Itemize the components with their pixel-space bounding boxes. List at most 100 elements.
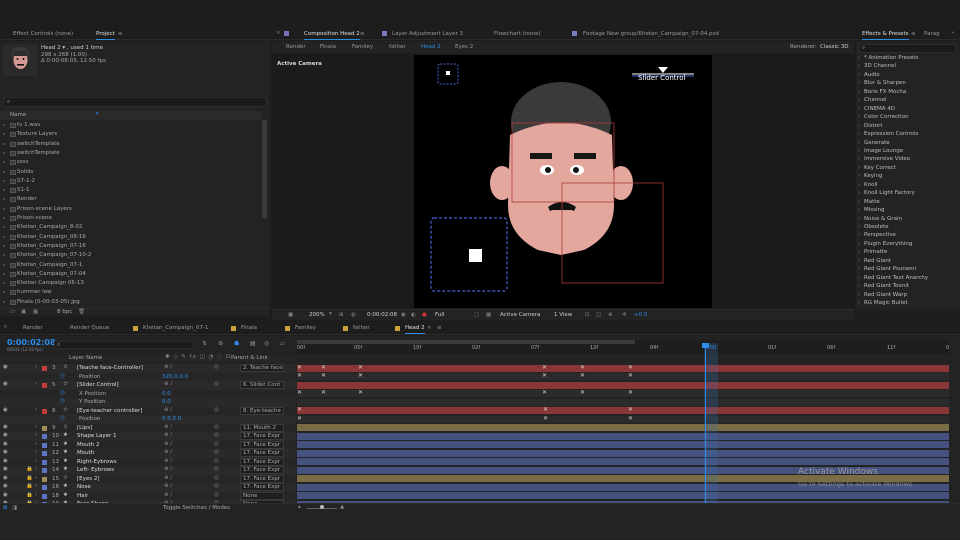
chevron-down-icon[interactable]: ▾	[329, 311, 332, 317]
expand-triangle-icon[interactable]: ›	[858, 224, 860, 230]
expand-triangle-icon[interactable]: ›	[858, 300, 860, 306]
label-color[interactable]	[42, 383, 47, 388]
toggle-switches-modes[interactable]: Toggle Switches / Modes	[163, 505, 230, 511]
property-row[interactable]: ◷ X Position 0.0	[0, 389, 296, 398]
expand-triangle-icon[interactable]: ›	[858, 232, 860, 238]
layer-name[interactable]: [Eye-teacher controller]	[77, 408, 142, 414]
expand-triangle-icon[interactable]: ›	[35, 475, 37, 481]
pickwhip-icon[interactable]: ◎	[214, 449, 219, 455]
layer-bar[interactable]	[297, 381, 949, 389]
layer-row[interactable]: ◉ › 9 ☆ [Lips] ⊕ / ◎ 11. Mouth 2	[0, 423, 296, 432]
effects-search-input[interactable]: ⌕	[859, 44, 956, 53]
project-item[interactable]: ▸ Khetan_Campaign_07-10-2	[0, 251, 262, 261]
pickwhip-icon[interactable]: ◎	[214, 381, 219, 387]
exposure-value[interactable]: +0.0	[634, 312, 647, 318]
visibility-eye-icon[interactable]: ◉	[3, 441, 8, 447]
keyframe[interactable]: ✕	[297, 372, 302, 379]
property-value[interactable]: 320.0,0.0	[162, 374, 188, 380]
parent-select[interactable]: 2. Teache face	[240, 364, 284, 372]
expand-triangle-icon[interactable]: ▸	[3, 234, 5, 239]
panel-menu-icon[interactable]: ≡	[911, 31, 916, 37]
expand-triangle-icon[interactable]: ›	[858, 140, 860, 146]
keyframe[interactable]: ✕	[358, 364, 363, 371]
project-item[interactable]: ▸ Khetan_Campaign_07-1	[0, 261, 262, 271]
expand-triangle-icon[interactable]: ▸	[3, 215, 5, 220]
project-item[interactable]: ▸ S1-1	[0, 186, 262, 196]
project-item[interactable]: ▸ Prison-scene	[0, 214, 262, 224]
project-item[interactable]: ▸ switchTemplate	[0, 149, 262, 159]
layer-row[interactable]: ◉ › 11 ★ Mouth 2 ⊕ / ◎ 17. Face Expr	[0, 440, 296, 449]
expand-triangle-icon[interactable]: ›	[858, 55, 860, 61]
project-item[interactable]: ▸ Render	[0, 195, 262, 205]
keyframe[interactable]: ✕	[297, 364, 302, 371]
property-value[interactable]: 0.0	[162, 399, 171, 405]
expand-triangle-icon[interactable]: ›	[858, 63, 860, 69]
expand-triangle-icon[interactable]: ▸	[3, 206, 5, 211]
keyframe[interactable]: ✕	[358, 372, 363, 379]
snapshot-icon[interactable]: ◉	[401, 312, 406, 318]
column-name[interactable]: Name	[10, 112, 26, 118]
breadcrumb-eyes2[interactable]: Eyes 2	[455, 44, 473, 50]
lock-icon[interactable]: 🔒	[26, 466, 33, 472]
layer-bar[interactable]	[297, 458, 949, 465]
new-folder-icon[interactable]: ▣	[21, 309, 26, 315]
show-snapshot-icon[interactable]: ◐	[411, 312, 416, 318]
expand-triangle-icon[interactable]: ›	[858, 106, 860, 112]
expand-triangle-icon[interactable]: ▸	[3, 187, 5, 192]
keyframe[interactable]: ✕	[297, 406, 302, 413]
parent-select[interactable]: 17. Face Expr	[240, 440, 284, 449]
project-item[interactable]: ▸ Khetan_Campaign_07-04	[0, 270, 262, 280]
layer-name[interactable]: [Teache face-Controller]	[77, 365, 143, 371]
expand-triangle-icon[interactable]: ›	[858, 190, 860, 196]
comp-flowchart-icon[interactable]: ↯	[202, 340, 207, 347]
expand-triangle-icon[interactable]: ▸	[3, 196, 5, 201]
project-item[interactable]: ▸ ssss	[0, 158, 262, 168]
lock-icon[interactable]: 🔒	[26, 483, 33, 489]
expand-triangle-icon[interactable]: ▸	[3, 150, 5, 155]
expand-triangle-icon[interactable]: ›	[35, 492, 37, 498]
pickwhip-icon[interactable]: ◎	[214, 475, 219, 481]
frame-blend-icon[interactable]: ▤	[250, 340, 256, 347]
timeline-search-input[interactable]: ⌕	[54, 341, 194, 349]
property-row[interactable]: ◷ Position 320.0,0.0	[0, 372, 296, 381]
expand-triangle-icon[interactable]: ›	[35, 381, 37, 387]
expand-triangle-icon[interactable]: ▸	[3, 299, 5, 304]
layer-switches[interactable]: ⊕ /	[164, 432, 172, 438]
label-color[interactable]	[42, 468, 47, 473]
mask-icon[interactable]: ◍	[351, 312, 356, 318]
keyframe[interactable]: ✕	[543, 415, 548, 422]
viewer-timecode[interactable]: 0:00:02:08	[367, 312, 397, 318]
layer-switches[interactable]: ⊕ /	[164, 466, 172, 472]
layer-switches[interactable]: ⊕ /	[164, 449, 172, 455]
expand-triangle-icon[interactable]: ›	[858, 249, 860, 255]
zoom-out-icon[interactable]: ▴	[298, 504, 301, 510]
label-color[interactable]	[42, 366, 47, 371]
keyframe[interactable]: ✕	[542, 364, 547, 371]
layer-bar[interactable]	[297, 424, 949, 431]
expand-triangle-icon[interactable]: ▸	[3, 243, 5, 248]
keyframe[interactable]: ✕	[628, 415, 633, 422]
project-item[interactable]: ▸ S7-1-2	[0, 177, 262, 187]
keyframe[interactable]: ✕	[321, 389, 326, 396]
keyframe[interactable]: ✕	[628, 372, 633, 379]
project-item[interactable]: ▸ Texture Layers	[0, 130, 262, 140]
stopwatch-icon[interactable]: ◷	[60, 390, 65, 396]
lock-icon[interactable]: 🔒	[26, 475, 33, 481]
tab-composition-head2[interactable]: Composition Head 2	[304, 31, 360, 40]
layer-switches[interactable]: ⊕ /	[164, 424, 172, 430]
pickwhip-icon[interactable]: ◎	[214, 364, 219, 370]
project-item[interactable]: ▸ Khetan_Campaign_08-16	[0, 233, 262, 243]
label-color[interactable]	[42, 485, 47, 490]
always-preview-icon[interactable]: ▣	[288, 312, 293, 318]
breadcrumb-father[interactable]: father	[389, 44, 406, 50]
expand-triangle-icon[interactable]: ›	[35, 432, 37, 438]
layer-row[interactable]: ◉ › 12 ★ Mouth ⊕ / ◎ 17. Face Expr	[0, 449, 296, 458]
layer-switches[interactable]: ⊕ /	[164, 492, 172, 498]
layer-name[interactable]: Hair	[77, 493, 88, 499]
parent-select[interactable]: None	[240, 491, 284, 500]
comp-canvas[interactable]: Slider Control	[414, 55, 712, 308]
pickwhip-icon[interactable]: ◎	[214, 441, 219, 447]
expand-triangle-icon[interactable]: ›	[858, 72, 860, 78]
bpc-label[interactable]: 8 bpc	[57, 309, 72, 315]
layer-switches[interactable]: ⊕ /	[164, 407, 172, 413]
